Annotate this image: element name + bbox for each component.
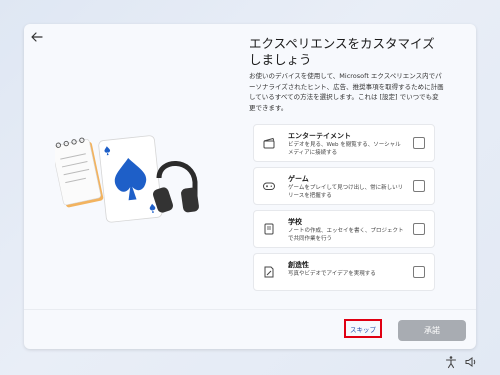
skip-button[interactable]: スキップ [344,319,382,338]
option-name: 創造性 [288,261,309,269]
illustration-notepad-card-headphones-icon [55,135,199,223]
option-creativity[interactable]: 創造性 写真やビデオでアイデアを実現する [253,253,435,291]
option-games[interactable]: ゲーム ゲームをプレイして見つけ出し、常に新しいリリースを把握する [253,167,435,205]
option-list[interactable]: エンターテイメント ビデオを見る、Web を閲覧する、ソーシャル メディアに接続… [253,124,435,304]
option-description: ゲームをプレイして見つけ出し、常に新しいリリースを把握する [288,185,404,199]
accept-button[interactable]: 承諾 [398,320,466,341]
option-checkbox[interactable] [413,137,425,149]
accessibility-icon[interactable] [444,355,458,369]
gamepad-icon [263,182,275,190]
footer-divider [24,309,476,310]
option-name: 学校 [288,218,302,226]
option-name: ゲーム [288,175,309,183]
option-school[interactable]: 学校 ノートの作成、エッセイを書く、プロジェクトで共同作業を行う [253,210,435,248]
option-checkbox[interactable] [413,180,425,192]
page-title: エクスペリエンスをカスタマイズしましょう [249,36,435,68]
option-description: ノートの作成、エッセイを書く、プロジェクトで共同作業を行う [288,228,404,242]
option-name: エンターテイメント [288,132,351,140]
arrow-left-icon [31,32,43,42]
page-description: お使いのデバイスを使用して、Microsoft エクスペリエンス内でパーソナライ… [249,72,444,112]
notebook-icon [264,223,274,235]
option-entertainment[interactable]: エンターテイメント ビデオを見る、Web を閲覧する、ソーシャル メディアに接続… [253,124,435,162]
speaker-icon[interactable] [464,355,478,369]
clapperboard-icon [263,137,275,149]
option-description: ビデオを見る、Web を閲覧する、ソーシャル メディアに接続する [288,142,401,156]
option-description: 写真やビデオでアイデアを実現する [288,271,376,277]
option-checkbox[interactable] [413,266,425,278]
pencil-paper-icon [264,266,274,278]
back-button[interactable] [28,28,46,46]
option-checkbox[interactable] [413,223,425,235]
